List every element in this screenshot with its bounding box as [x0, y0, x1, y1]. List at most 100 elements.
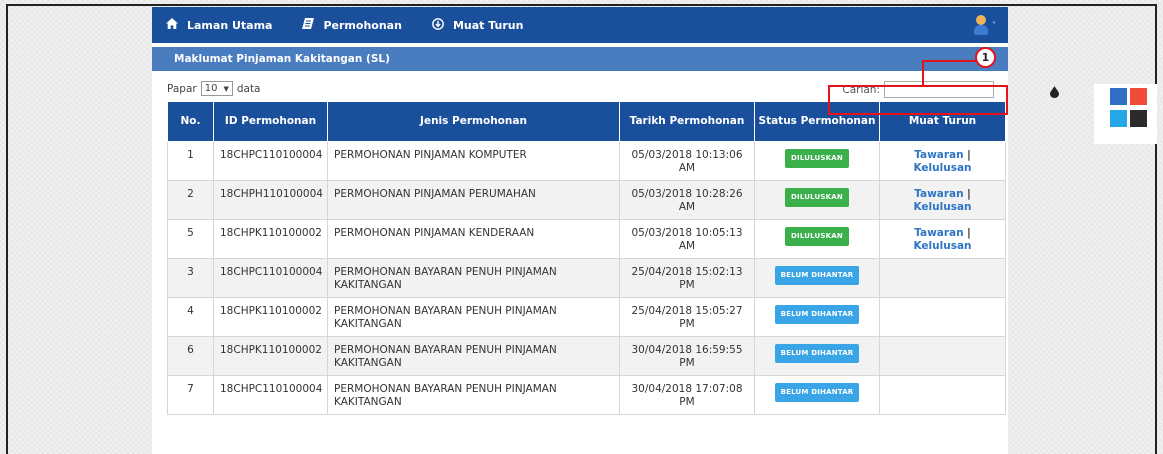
theme-swatch[interactable] — [1130, 88, 1147, 105]
cell-muat-turun: Tawaran | Kelulusan — [879, 219, 1006, 259]
table-row: 7 18CHPC110100004 PERMOHONAN BAYARAN PENUH… — [167, 375, 1006, 415]
cell-muat-turun — [879, 336, 1006, 376]
cell-status: DILULUSKAN — [754, 141, 880, 181]
nav-home-label: Laman Utama — [187, 18, 273, 32]
cell-id: 18CHPK110100002 — [213, 297, 328, 337]
cell-jenis: PERMOHONAN PINJAMAN KOMPUTER — [327, 141, 620, 181]
cell-status: BELUM DIHANTAR — [754, 375, 880, 415]
link-separator: | — [966, 188, 971, 200]
cell-tarikh: 05/03/2018 10:13:06 AM — [619, 141, 755, 181]
cell-tarikh: 30/04/2018 17:07:08 PM — [619, 375, 755, 415]
status-badge: DILULUSKAN — [785, 188, 849, 207]
nav-muat-turun-label: Muat Turun — [452, 18, 524, 32]
table-row: 4 18CHPK110100002 PERMOHONAN BAYARAN PENUH… — [167, 297, 1006, 337]
cell-tarikh: 25/04/2018 15:02:13 PM — [619, 258, 755, 298]
page-length-select[interactable]: 10 ▼ — [200, 81, 233, 96]
header-tarikh[interactable]: Tarikh Permohonan — [619, 101, 755, 142]
nav-permohonan[interactable]: Permohonan — [302, 18, 402, 32]
cell-id: 18CHPK110100002 — [213, 336, 328, 376]
cell-no: 7 — [167, 375, 214, 415]
cell-id: 18CHPC110100004 — [213, 141, 328, 181]
cell-muat-turun — [879, 258, 1006, 298]
header-no[interactable]: No. — [167, 101, 214, 142]
status-badge: BELUM DIHANTAR — [774, 305, 860, 324]
cell-no: 1 — [167, 141, 214, 181]
table-row: 3 18CHPC110100004 PERMOHONAN BAYARAN PENUH… — [167, 258, 1006, 298]
kelulusan-link[interactable]: Kelulusan — [913, 162, 971, 174]
cell-status: DILULUSKAN — [754, 180, 880, 220]
cell-id: 18CHPK110100002 — [213, 219, 328, 259]
cell-no: 5 — [167, 219, 214, 259]
theme-swatch[interactable] — [1130, 110, 1147, 127]
applications-table: No. ID Permohonan Jenis Permohonan Tarik… — [167, 101, 1006, 415]
link-separator: | — [966, 227, 971, 239]
cell-no: 3 — [167, 258, 214, 298]
status-badge: DILULUSKAN — [785, 227, 849, 246]
annotation-marker: 1 — [975, 47, 996, 68]
cell-muat-turun — [879, 297, 1006, 337]
document-icon — [302, 18, 315, 32]
home-icon — [166, 18, 178, 32]
cell-jenis: PERMOHONAN BAYARAN PENUH PINJAMAN KAKITA… — [327, 297, 620, 337]
link-separator: | — [966, 149, 971, 161]
table-row: 2 18CHPH110100004 PERMOHONAN PINJAMAN PERU… — [167, 180, 1006, 220]
table-row: 5 18CHPK110100002 PERMOHONAN PINJAMAN KEND… — [167, 219, 1006, 259]
status-badge: BELUM DIHANTAR — [774, 344, 860, 363]
nav-permohonan-label: Permohonan — [323, 18, 402, 32]
panel-title-text: Maklumat Pinjaman Kakitangan (SL) — [174, 53, 390, 65]
drop-icon[interactable] — [1050, 86, 1059, 101]
cell-no: 2 — [167, 180, 214, 220]
cell-tarikh: 30/04/2018 16:59:55 PM — [619, 336, 755, 376]
tawaran-link[interactable]: Tawaran — [914, 188, 963, 200]
theme-swatch[interactable] — [1110, 110, 1127, 127]
cell-id: 18CHPC110100004 — [213, 258, 328, 298]
header-jenis[interactable]: Jenis Permohonan — [327, 101, 620, 142]
cell-no: 4 — [167, 297, 214, 337]
cell-jenis: PERMOHONAN BAYARAN PENUH PINJAMAN KAKITA… — [327, 336, 620, 376]
cell-status: DILULUSKAN — [754, 219, 880, 259]
cell-status: BELUM DIHANTAR — [754, 258, 880, 298]
status-badge: DILULUSKAN — [785, 149, 849, 168]
status-badge: BELUM DIHANTAR — [774, 266, 860, 285]
dropdown-arrow-icon: ▼ — [223, 84, 229, 93]
header-id[interactable]: ID Permohonan — [213, 101, 328, 142]
cell-id: 18CHPH110100004 — [213, 180, 328, 220]
download-icon — [432, 17, 444, 33]
cell-id: 18CHPC110100004 — [213, 375, 328, 415]
cell-status: BELUM DIHANTAR — [754, 297, 880, 337]
table-row: 6 18CHPK110100002 PERMOHONAN BAYARAN PENUH… — [167, 336, 1006, 376]
tawaran-link[interactable]: Tawaran — [914, 149, 963, 161]
main-container: Laman Utama Permohonan Muat Turun ˅ Makl… — [152, 7, 1008, 454]
cell-muat-turun: Tawaran | Kelulusan — [879, 141, 1006, 181]
cell-status: BELUM DIHANTAR — [754, 336, 880, 376]
nav-muat-turun[interactable]: Muat Turun — [432, 17, 524, 33]
show-suffix: data — [236, 82, 261, 95]
avatar — [974, 15, 988, 35]
cell-jenis: PERMOHONAN PINJAMAN PERUMAHAN — [327, 180, 620, 220]
table-row: 1 18CHPC110100004 PERMOHONAN PINJAMAN KOMP… — [167, 141, 1006, 181]
page-length-value: 10 — [204, 83, 218, 94]
user-caret-icon: ˅ — [992, 20, 996, 30]
page-length-control: Papar 10 ▼ data — [167, 81, 261, 96]
tawaran-link[interactable]: Tawaran — [914, 227, 963, 239]
top-navbar: Laman Utama Permohonan Muat Turun ˅ — [152, 7, 1008, 43]
cell-jenis: PERMOHONAN BAYARAN PENUH PINJAMAN KAKITA… — [327, 375, 620, 415]
panel-title: Maklumat Pinjaman Kakitangan (SL) — [152, 47, 1008, 71]
show-prefix: Papar — [167, 82, 197, 95]
annotation-connector — [922, 60, 924, 86]
status-badge: BELUM DIHANTAR — [774, 383, 860, 402]
annotation-highlight-box — [828, 85, 1008, 115]
kelulusan-link[interactable]: Kelulusan — [913, 201, 971, 213]
cell-jenis: PERMOHONAN PINJAMAN KENDERAAN — [327, 219, 620, 259]
cell-tarikh: 05/03/2018 10:05:13 AM — [619, 219, 755, 259]
nav-home[interactable]: Laman Utama — [166, 18, 272, 32]
user-menu[interactable]: ˅ — [974, 15, 996, 35]
cell-tarikh: 05/03/2018 10:28:26 AM — [619, 180, 755, 220]
cell-muat-turun — [879, 375, 1006, 415]
cell-tarikh: 25/04/2018 15:05:27 PM — [619, 297, 755, 337]
kelulusan-link[interactable]: Kelulusan — [913, 240, 971, 252]
cell-muat-turun: Tawaran | Kelulusan — [879, 180, 1006, 220]
theme-swatch[interactable] — [1110, 88, 1127, 105]
annotation-number: 1 — [981, 51, 990, 64]
cell-no: 6 — [167, 336, 214, 376]
